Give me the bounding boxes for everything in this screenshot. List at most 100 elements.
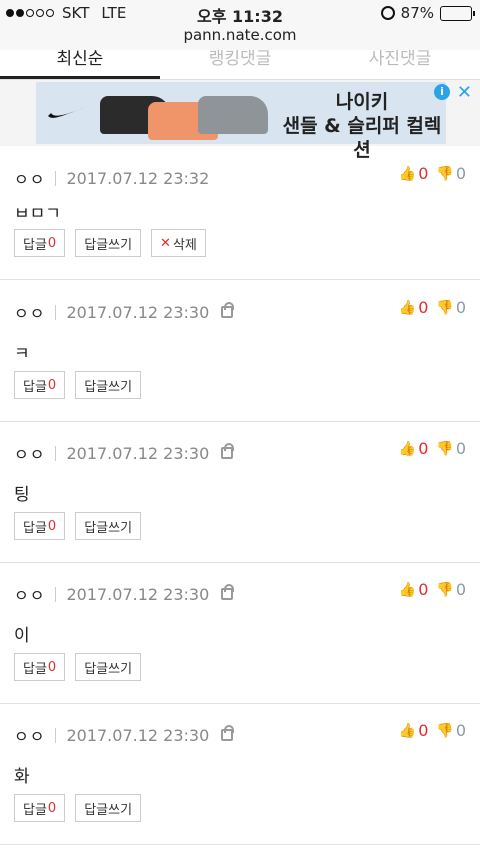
write-reply-button[interactable]: 답글쓰기 xyxy=(75,229,142,257)
write-reply-label: 답글쓰기 xyxy=(84,379,133,395)
comment-item: ㅇㅇ 2017.07.12 23:30 👍 0 👎 0 ㅋ 답글 0 답글쓰기 xyxy=(0,281,480,422)
thumb-down-icon: 👎 xyxy=(436,722,454,739)
comment-meta: ㅇㅇ 2017.07.12 23:32 xyxy=(14,166,209,190)
comment-date: 2017.07.12 23:30 xyxy=(66,584,210,604)
reply-button[interactable]: 답글 0 xyxy=(14,794,66,822)
reply-count: 0 xyxy=(47,659,57,675)
downvote-count: 0 xyxy=(455,439,466,458)
comment-votes: 👍 0 👎 0 xyxy=(399,580,466,599)
lock-icon xyxy=(221,443,235,459)
status-right: 87% xyxy=(380,4,475,22)
reply-button[interactable]: 답글 0 xyxy=(14,371,66,399)
reply-count: 0 xyxy=(47,235,57,251)
write-reply-button[interactable]: 답글쓰기 xyxy=(75,512,142,540)
comment-meta: ㅇㅇ 2017.07.12 23:30 xyxy=(14,441,235,465)
comment-item: ㅇㅇ 2017.07.12 23:30 👍 0 👎 0 이 답글 0 답글쓰기 xyxy=(0,563,480,704)
write-reply-label: 답글쓰기 xyxy=(84,237,133,253)
comment-actions: 답글 0 답글쓰기 xyxy=(14,653,142,681)
downvote-count: 0 xyxy=(455,580,466,599)
status-bar: SKT LTE 오후 11:32 87% xyxy=(0,0,480,26)
thumb-up-icon: 👍 xyxy=(398,299,417,316)
thumb-up-icon: 👍 xyxy=(398,165,417,182)
comment-author: ㅇㅇ xyxy=(14,445,46,464)
downvote-button[interactable]: 👎 0 xyxy=(436,164,466,183)
thumb-down-icon: 👎 xyxy=(436,581,454,598)
thumb-up-icon: 👍 xyxy=(398,722,417,739)
comment-text: 이 xyxy=(14,626,30,646)
tab-latest[interactable]: 최신순 xyxy=(0,50,160,79)
comment-actions: 답글 0 답글쓰기 xyxy=(14,371,142,399)
upvote-count: 0 xyxy=(418,439,429,458)
reply-label: 답글 xyxy=(23,520,47,536)
downvote-button[interactable]: 👎 0 xyxy=(436,298,466,317)
upvote-button[interactable]: 👍 0 xyxy=(399,721,429,740)
comment-author: ㅇㅇ xyxy=(14,586,46,605)
reply-label: 답글 xyxy=(23,802,47,818)
comment-item: ㅇㅇ 2017.07.12 23:32 👍 0 👎 0 ㅂㅁㄱ 답글 0 답글쓰기… xyxy=(0,147,480,280)
ad-creative[interactable]: 나이키 샌들 & 슬리퍼 컬렉션 xyxy=(36,82,446,161)
tab-ranking[interactable]: 랭킹댓글 xyxy=(160,50,320,79)
comment-votes: 👍 0 👎 0 xyxy=(399,164,466,183)
reply-label: 답글 xyxy=(23,379,47,395)
divider xyxy=(55,727,57,743)
comment-meta: ㅇㅇ 2017.07.12 23:30 xyxy=(14,723,235,747)
comment-date: 2017.07.12 23:32 xyxy=(66,168,210,188)
upvote-button[interactable]: 👍 0 xyxy=(399,439,429,458)
thumb-down-icon: 👎 xyxy=(436,299,454,316)
reply-button[interactable]: 답글 0 xyxy=(14,512,66,540)
reply-label: 답글 xyxy=(23,661,47,677)
reply-count: 0 xyxy=(47,518,57,534)
tab-photo[interactable]: 사진댓글 xyxy=(320,50,480,79)
ad-info-icon[interactable]: i xyxy=(434,84,450,100)
divider xyxy=(55,586,57,602)
comment-author: ㅇㅇ xyxy=(14,170,46,189)
downvote-button[interactable]: 👎 0 xyxy=(436,439,466,458)
ad-banner[interactable]: 나이키 샌들 & 슬리퍼 컬렉션 i ✕ xyxy=(0,80,480,161)
thumb-down-icon: 👎 xyxy=(436,165,454,182)
comment-item: ㅇㅇ 2017.07.12 23:30 👍 0 👎 0 화 답글 0 답글쓰기 xyxy=(0,704,480,845)
upvote-count: 0 xyxy=(418,298,429,317)
reply-button[interactable]: 답글 0 xyxy=(14,229,66,257)
write-reply-button[interactable]: 답글쓰기 xyxy=(75,371,142,399)
comment-votes: 👍 0 👎 0 xyxy=(399,721,466,740)
reply-label: 답글 xyxy=(23,237,47,253)
upvote-count: 0 xyxy=(418,580,429,599)
lock-icon xyxy=(221,302,235,318)
comment-actions: 답글 0 답글쓰기 xyxy=(14,794,142,822)
thumb-up-icon: 👍 xyxy=(398,581,417,598)
divider xyxy=(55,304,57,320)
comment-date: 2017.07.12 23:30 xyxy=(66,302,210,322)
delete-label: 삭제 xyxy=(172,237,197,253)
write-reply-label: 답글쓰기 xyxy=(84,802,133,818)
upvote-button[interactable]: 👍 0 xyxy=(399,580,429,599)
downvote-button[interactable]: 👎 0 xyxy=(436,721,466,740)
nike-logo-icon xyxy=(48,106,88,118)
upvote-count: 0 xyxy=(418,164,429,183)
reply-count: 0 xyxy=(47,800,57,816)
lock-icon xyxy=(221,584,235,600)
comment-date: 2017.07.12 23:30 xyxy=(66,725,210,745)
reply-button[interactable]: 답글 0 xyxy=(14,653,66,681)
comment-text: 팅 xyxy=(14,485,30,505)
battery-icon xyxy=(440,5,475,21)
comment-item: ㅇㅇ 2017.07.12 23:30 👍 0 👎 0 팅 답글 0 답글쓰기 xyxy=(0,422,480,563)
write-reply-button[interactable]: 답글쓰기 xyxy=(75,794,142,822)
comment-author: ㅇㅇ xyxy=(14,304,46,323)
close-icon: ✕ xyxy=(160,235,171,251)
url-bar[interactable]: pann.nate.com xyxy=(0,26,480,50)
write-reply-label: 답글쓰기 xyxy=(84,520,133,536)
comment-votes: 👍 0 👎 0 xyxy=(399,298,466,317)
comment-meta: ㅇㅇ 2017.07.12 23:30 xyxy=(14,300,235,324)
comment-date: 2017.07.12 23:30 xyxy=(66,443,210,463)
upvote-button[interactable]: 👍 0 xyxy=(399,298,429,317)
comment-text: 화 xyxy=(14,767,30,787)
downvote-button[interactable]: 👎 0 xyxy=(436,580,466,599)
alarm-icon xyxy=(380,6,395,20)
upvote-button[interactable]: 👍 0 xyxy=(399,164,429,183)
comment-actions: 답글 0 답글쓰기 ✕ 삭제 xyxy=(14,229,206,257)
ad-close-icon[interactable]: ✕ xyxy=(457,82,472,103)
write-reply-label: 답글쓰기 xyxy=(84,661,133,677)
write-reply-button[interactable]: 답글쓰기 xyxy=(75,653,142,681)
reply-count: 0 xyxy=(47,377,57,393)
delete-button[interactable]: ✕ 삭제 xyxy=(151,229,206,257)
